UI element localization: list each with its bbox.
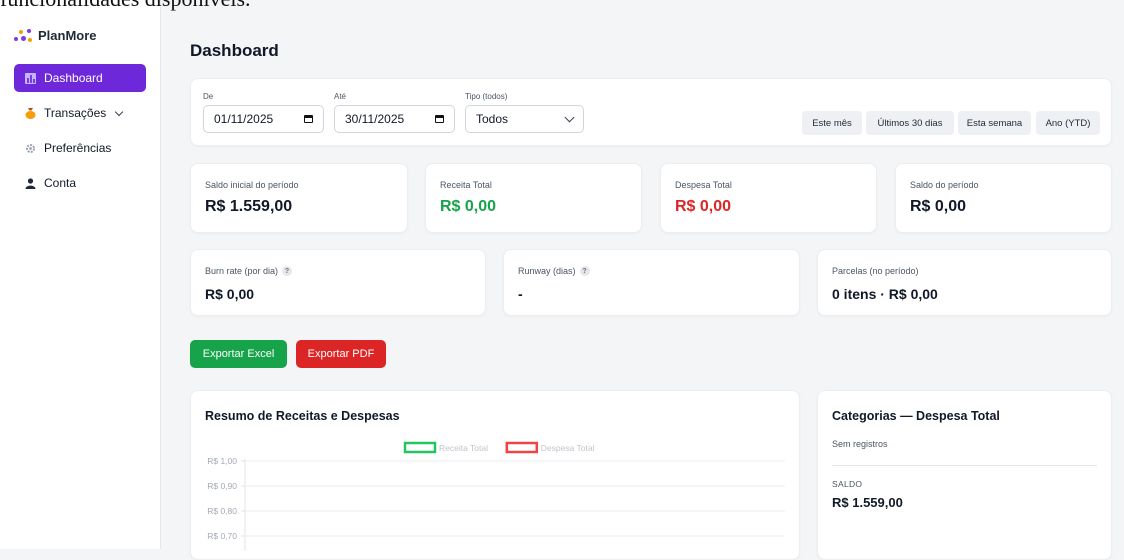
metric-card-runway: Runway (dias) ? -	[503, 249, 800, 316]
metric-label-text: Runway (dias)	[518, 266, 576, 276]
metric-label: Parcelas (no período)	[832, 266, 919, 276]
type-label: Tipo (todos)	[465, 92, 508, 101]
quick-filter-este-mes[interactable]: Este mês	[802, 111, 862, 135]
bar-chart-icon	[24, 72, 36, 84]
to-date-value: 30/11/2025	[345, 112, 405, 126]
stat-label: Saldo inicial do período	[205, 180, 299, 190]
stat-value: R$ 0,00	[440, 198, 497, 215]
sidebar-item-label: Preferências	[44, 141, 112, 155]
sidebar-item-label: Conta	[44, 176, 77, 190]
stat-value: R$ 0,00	[910, 198, 967, 215]
sidebar-item-dashboard[interactable]: Dashboard	[14, 64, 146, 92]
type-select-value: Todos	[476, 112, 509, 126]
main-content: Dashboard De 01/11/2025 Até 30/11/2025 T…	[161, 0, 1124, 560]
metric-label-text: Burn rate (por dia)	[205, 266, 279, 276]
categories-title: Categorias — Despesa Total	[832, 409, 1000, 423]
from-date-value: 01/11/2025	[214, 112, 274, 126]
stat-card-saldo-periodo: Saldo do período R$ 0,00	[895, 163, 1112, 233]
metric-card-parcelas: Parcelas (no período) 0 itens · R$ 0,00	[817, 249, 1112, 316]
help-icon[interactable]: ?	[579, 266, 590, 276]
to-label: Até	[334, 92, 347, 101]
sidebar-item-conta[interactable]: Conta	[14, 169, 146, 197]
metric-value: R$ 0,00	[205, 286, 255, 302]
user-icon	[24, 177, 36, 189]
metric-value: 0 itens · R$ 0,00	[832, 286, 938, 302]
chevron-down-icon	[564, 112, 575, 122]
stat-label: Despesa Total	[675, 180, 732, 190]
gear-icon	[24, 142, 36, 154]
legend-label: Despesa Total	[541, 443, 595, 453]
metric-card-burn-rate: Burn rate (por dia) ? R$ 0,00	[190, 249, 486, 316]
quick-filter-ultimos-30-dias[interactable]: Últimos 30 dias	[866, 111, 954, 135]
brand-name: PlanMore	[38, 27, 97, 43]
summary-chart-card: Resumo de Receitas e Despesas Receita To…	[190, 390, 800, 560]
calendar-icon[interactable]	[304, 115, 313, 123]
stat-value: R$ 1.559,00	[205, 198, 293, 215]
money-bag-icon	[24, 107, 36, 119]
divider	[832, 465, 1097, 466]
chart-title: Resumo de Receitas e Despesas	[205, 409, 400, 423]
categories-empty: Sem registros	[832, 439, 888, 449]
page-title: Dashboard	[190, 41, 279, 60]
legend-swatch	[403, 441, 437, 454]
type-select[interactable]: Todos	[465, 105, 584, 133]
export-pdf-button[interactable]: Exportar PDF	[296, 340, 386, 368]
chevron-down-icon	[115, 107, 124, 116]
clipped-text: funcionalidades disponíveis.	[0, 0, 400, 16]
sidebar-item-transacoes[interactable]: Transações	[14, 99, 146, 127]
metric-label: Runway (dias) ?	[518, 266, 590, 276]
legend-label: Receita Total	[439, 443, 488, 453]
sidebar-item-preferencias[interactable]: Preferências	[14, 134, 146, 162]
export-excel-button[interactable]: Exportar Excel	[190, 340, 287, 368]
saldo-value: R$ 1.559,00	[832, 495, 903, 510]
summary-chart: Receita Total Despesa Total R$ 1,00 R$ 0,90…	[207, 441, 785, 551]
to-date-input[interactable]: 30/11/2025	[334, 105, 455, 133]
metric-label: Burn rate (por dia) ?	[205, 266, 293, 276]
categories-card: Categorias — Despesa Total Sem registros…	[817, 390, 1112, 560]
stat-label: Receita Total	[440, 180, 492, 190]
sidebar-item-label: Transações	[44, 106, 107, 120]
quick-filter-esta-semana[interactable]: Esta semana	[958, 111, 1031, 135]
sidebar: PlanMore Dashboard Transações Preferênci…	[0, 0, 161, 549]
legend-swatch	[505, 441, 539, 454]
stat-value: R$ 0,00	[675, 198, 732, 215]
metric-label-text: Parcelas (no período)	[832, 266, 919, 276]
saldo-label: SALDO	[832, 479, 863, 489]
y-tick-label: R$ 1,00	[207, 456, 237, 466]
brand[interactable]: PlanMore	[14, 27, 97, 43]
help-icon[interactable]: ?	[282, 266, 293, 276]
y-tick-label: R$ 0,90	[207, 481, 237, 491]
stat-card-receita-total: Receita Total R$ 0,00	[425, 163, 642, 233]
y-tick-label: R$ 0,70	[207, 531, 237, 541]
quick-filter-ano-ytd[interactable]: Ano (YTD)	[1036, 111, 1100, 135]
from-label: De	[203, 92, 214, 101]
sidebar-nav: Dashboard Transações Preferências Conta	[14, 64, 146, 204]
from-date-input[interactable]: 01/11/2025	[203, 105, 324, 133]
planmore-logo-icon	[14, 27, 32, 43]
y-tick-label: R$ 0,80	[207, 506, 237, 516]
filters-card: De 01/11/2025 Até 30/11/2025 Tipo (todos…	[190, 78, 1112, 146]
stat-label: Saldo do período	[910, 180, 979, 190]
stat-card-saldo-inicial: Saldo inicial do período R$ 1.559,00	[190, 163, 408, 233]
metric-value: -	[518, 286, 523, 302]
stat-card-despesa-total: Despesa Total R$ 0,00	[660, 163, 877, 233]
calendar-icon[interactable]	[435, 115, 444, 123]
sidebar-item-label: Dashboard	[44, 71, 103, 85]
